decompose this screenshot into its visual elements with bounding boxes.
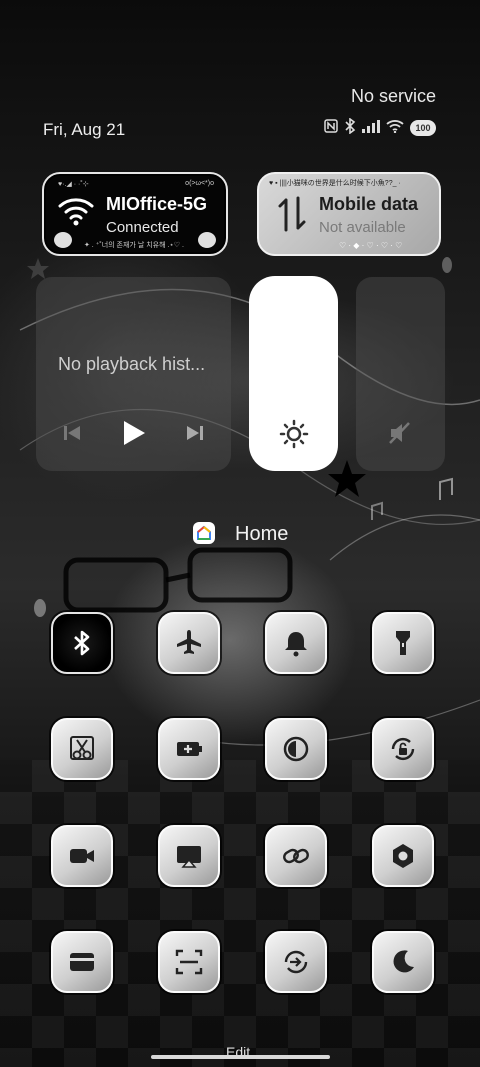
contrast-icon: [283, 736, 309, 762]
wifi-tile-deco-bottom: ✦ . ⁺˚너의 존재가 날 치유해 .⋆♡ .: [84, 242, 184, 249]
mobile-data-title: Mobile data: [319, 194, 419, 214]
paw-decoration-icon: [54, 232, 72, 248]
flashlight-icon: [396, 631, 410, 655]
mobile-data-status: Not available: [319, 219, 406, 236]
mobile-data-deco-top: ♥ ▪ ||||小猫咪の世界是什么时候下小魚??_ ·: [269, 180, 401, 187]
cast-toggle[interactable]: [158, 825, 220, 887]
scan-icon: [175, 949, 203, 975]
wifi-status: Connected: [106, 219, 179, 236]
screenshot-toggle[interactable]: [51, 718, 113, 780]
brightness-icon: [279, 419, 309, 449]
settings-toggle[interactable]: [372, 825, 434, 887]
signal-icon: [362, 119, 380, 137]
mobile-data-tile[interactable]: ♥ ▪ ||||小猫咪の世界是什么时候下小魚??_ · ♡ · ◆ · ♡ · …: [257, 172, 441, 256]
bluetooth-toggle[interactable]: [51, 612, 113, 674]
paw-decoration-icon: [198, 232, 216, 248]
bell-icon: [285, 632, 307, 657]
muted-volume-icon: [389, 422, 410, 444]
status-icons: 100: [324, 117, 436, 138]
carrier-status: No service: [350, 86, 436, 106]
play-icon[interactable]: [121, 420, 147, 446]
rotation-lock-toggle[interactable]: [372, 718, 434, 780]
sync-icon: [284, 950, 308, 974]
wifi-tile[interactable]: ♥·.◢ · ·˚⊹ o(>ω<*)o ✦ . ⁺˚너의 존재가 날 치유해 .…: [42, 172, 228, 256]
home-devices-label[interactable]: Home: [235, 523, 288, 546]
airplane-icon: [177, 630, 201, 654]
dark-mode-toggle[interactable]: [265, 718, 327, 780]
next-track-icon[interactable]: [186, 424, 204, 442]
flashlight-toggle[interactable]: [372, 612, 434, 674]
credit-card-icon: [70, 953, 94, 971]
wifi-tile-deco-top-right: o(>ω<*)o: [185, 180, 214, 187]
screen-recorder-toggle[interactable]: [51, 825, 113, 887]
airplane-mode-toggle[interactable]: [158, 612, 220, 674]
rotation-lock-icon: [391, 737, 415, 761]
sync-toggle[interactable]: [265, 931, 327, 993]
gear-icon: [393, 844, 413, 868]
google-home-icon: [193, 522, 215, 544]
wifi-icon: [58, 198, 94, 226]
scissors-icon: [70, 736, 94, 760]
moon-icon: [393, 950, 414, 973]
link-icon: [283, 848, 309, 864]
battery-icon: 100: [410, 120, 436, 136]
link-share-toggle[interactable]: [265, 825, 327, 887]
mobile-data-deco-bottom: ♡ · ◆ · ♡ · ♡ · ♡: [339, 241, 403, 250]
wifi-network-name: MIOffice-5G: [106, 194, 208, 214]
video-camera-icon: [70, 849, 94, 863]
home-indicator[interactable]: [151, 1055, 330, 1059]
previous-track-icon[interactable]: [63, 424, 81, 442]
card-wallet-toggle[interactable]: [51, 931, 113, 993]
status-date: Fri, Aug 21: [43, 120, 126, 139]
nfc-icon: [324, 119, 338, 137]
scanner-toggle[interactable]: [158, 931, 220, 993]
media-title: No playback hist...: [58, 354, 206, 374]
battery-saver-toggle[interactable]: [158, 718, 220, 780]
cast-screen-icon: [177, 846, 201, 868]
wifi-tile-deco-top-left: ♥·.◢ · ·˚⊹: [58, 181, 89, 188]
wifi-icon: [386, 119, 404, 137]
mobile-data-arrows-icon: [278, 196, 306, 232]
silent-mode-toggle[interactable]: [265, 612, 327, 674]
bluetooth-icon: [344, 117, 356, 138]
bluetooth-icon: [74, 630, 90, 656]
battery-plus-icon: [177, 742, 202, 756]
night-mode-toggle[interactable]: [372, 931, 434, 993]
